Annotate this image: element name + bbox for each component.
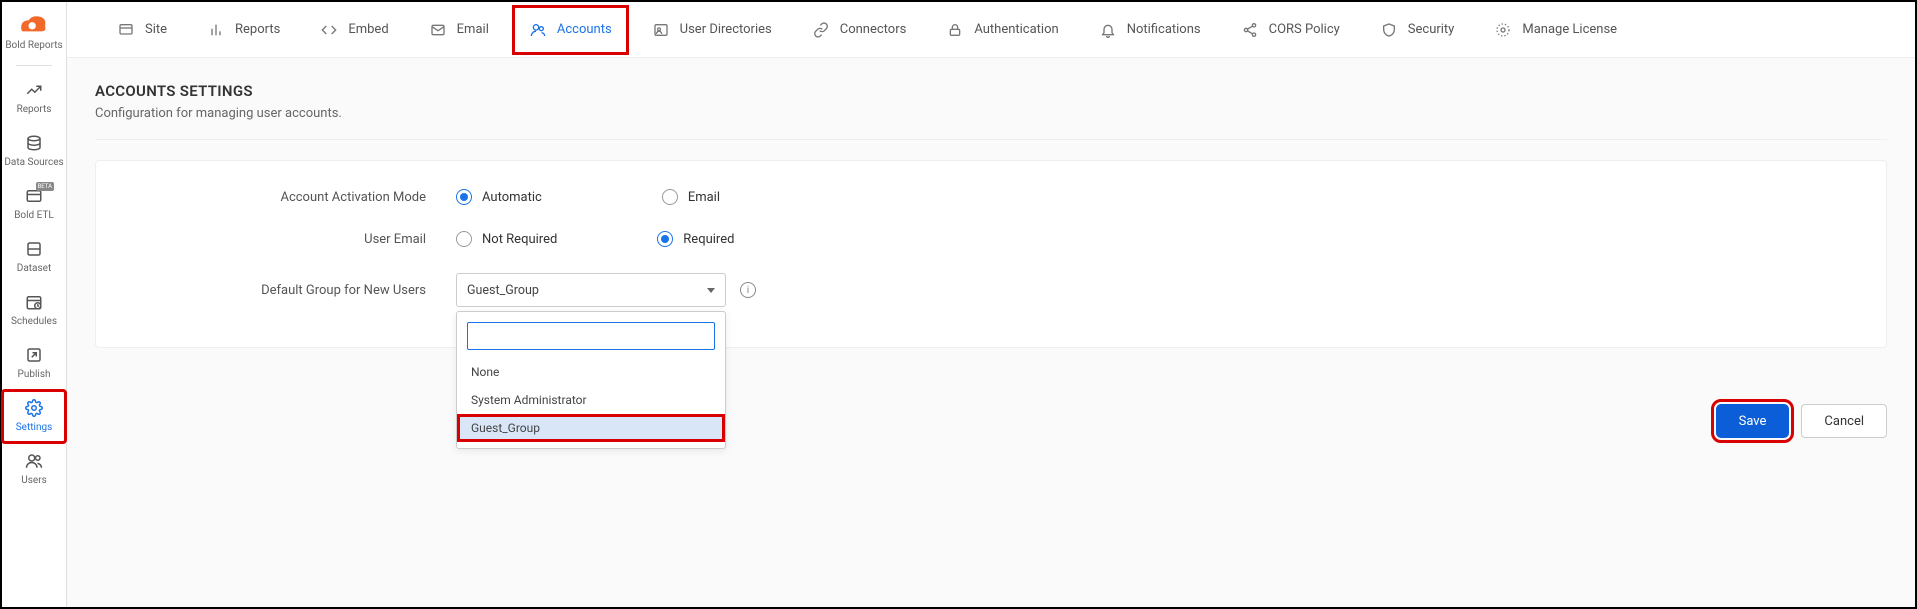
radio-circle-icon xyxy=(657,231,673,247)
share-icon xyxy=(1241,21,1259,39)
sidebar-item-bold-etl[interactable]: Bold ETL xyxy=(2,178,66,231)
chevron-down-icon xyxy=(707,288,715,293)
sidebar-item-publish[interactable]: Publish xyxy=(2,337,66,390)
settings-topnav: Site Reports Embed Email Accounts User D… xyxy=(67,2,1915,58)
tab-accounts[interactable]: Accounts xyxy=(509,2,632,58)
default-group-select[interactable]: Guest_Group xyxy=(456,273,726,307)
dropdown-option-system-administrator[interactable]: System Administrator xyxy=(457,386,725,414)
license-gear-icon xyxy=(1494,21,1512,39)
radio-label: Email xyxy=(688,190,720,205)
sidebar: Bold Reports Reports Data Sources Bold E… xyxy=(2,2,67,607)
dropdown-option-guest-group[interactable]: Guest_Group xyxy=(457,414,725,442)
etl-icon xyxy=(24,186,44,206)
link-icon xyxy=(812,21,830,39)
tab-connectors[interactable]: Connectors xyxy=(792,2,927,58)
accounts-icon xyxy=(529,21,547,39)
info-icon[interactable]: i xyxy=(740,282,756,298)
tab-label: Manage License xyxy=(1522,22,1617,37)
sidebar-item-schedules[interactable]: Schedules xyxy=(2,284,66,337)
tab-label: Authentication xyxy=(974,22,1058,37)
tab-reports[interactable]: Reports xyxy=(187,2,300,58)
mail-icon xyxy=(429,21,447,39)
tab-label: Embed xyxy=(348,22,388,37)
radio-label: Automatic xyxy=(482,190,542,205)
database-icon xyxy=(24,133,44,153)
sidebar-item-label: Publish xyxy=(18,369,51,380)
sidebar-item-label: Users xyxy=(21,475,47,486)
gear-icon xyxy=(24,398,44,418)
footer-actions: Save Cancel xyxy=(1716,404,1887,438)
sidebar-item-reports[interactable]: Reports xyxy=(2,72,66,125)
radio-activation-email[interactable]: Email xyxy=(662,189,720,205)
sidebar-item-label: Reports xyxy=(17,104,52,115)
tab-cors-policy[interactable]: CORS Policy xyxy=(1221,2,1360,58)
tab-notifications[interactable]: Notifications xyxy=(1079,2,1221,58)
tab-label: Accounts xyxy=(557,22,612,37)
user-email-label: User Email xyxy=(126,232,456,247)
brand-icon xyxy=(19,12,49,36)
tab-email[interactable]: Email xyxy=(409,2,509,58)
radio-label: Required xyxy=(683,232,734,247)
tab-label: Security xyxy=(1408,22,1455,37)
tab-site[interactable]: Site xyxy=(97,2,187,58)
accounts-settings-card: Account Activation Mode Automatic Email xyxy=(95,160,1887,348)
sidebar-item-users[interactable]: Users xyxy=(2,443,66,496)
tab-label: User Directories xyxy=(680,22,772,37)
publish-icon xyxy=(24,345,44,365)
tab-manage-license[interactable]: Manage License xyxy=(1474,2,1637,58)
brand-name: Bold Reports xyxy=(5,40,62,51)
default-group-dropdown: None System Administrator Guest_Group xyxy=(456,311,726,449)
tab-security[interactable]: Security xyxy=(1360,2,1475,58)
tab-user-directories[interactable]: User Directories xyxy=(632,2,792,58)
tab-label: Site xyxy=(145,22,167,37)
save-button[interactable]: Save xyxy=(1716,404,1790,438)
tab-label: CORS Policy xyxy=(1269,22,1340,37)
chart-line-icon xyxy=(24,80,44,100)
tab-embed[interactable]: Embed xyxy=(300,2,408,58)
sidebar-divider xyxy=(16,65,52,66)
radio-circle-icon xyxy=(662,189,678,205)
tab-authentication[interactable]: Authentication xyxy=(926,2,1078,58)
default-group-label: Default Group for New Users xyxy=(126,283,456,298)
page-title: ACCOUNTS SETTINGS xyxy=(95,82,1887,100)
calendar-clock-icon xyxy=(24,292,44,312)
radio-circle-icon xyxy=(456,231,472,247)
brand-logo[interactable]: Bold Reports xyxy=(5,8,62,59)
dropdown-search-input[interactable] xyxy=(467,322,715,350)
radio-circle-icon xyxy=(456,189,472,205)
tab-label: Notifications xyxy=(1127,22,1201,37)
tab-label: Connectors xyxy=(840,22,907,37)
radio-activation-automatic[interactable]: Automatic xyxy=(456,189,542,205)
sidebar-item-data-sources[interactable]: Data Sources xyxy=(2,125,66,178)
select-value: Guest_Group xyxy=(467,283,539,298)
sidebar-item-label: Bold ETL xyxy=(14,210,54,221)
tab-label: Reports xyxy=(235,22,280,37)
radio-label: Not Required xyxy=(482,232,557,247)
dataset-icon xyxy=(24,239,44,259)
radio-user-email-required[interactable]: Required xyxy=(657,231,734,247)
tab-label: Email xyxy=(457,22,489,37)
radio-user-email-not-required[interactable]: Not Required xyxy=(456,231,557,247)
sidebar-item-label: Dataset xyxy=(17,263,51,274)
sidebar-item-label: Settings xyxy=(16,422,53,433)
sidebar-item-label: Data Sources xyxy=(4,157,63,168)
users-icon xyxy=(24,451,44,471)
sidebar-item-label: Schedules xyxy=(11,316,57,327)
directory-icon xyxy=(652,21,670,39)
activation-mode-label: Account Activation Mode xyxy=(126,190,456,205)
sidebar-item-settings[interactable]: Settings xyxy=(2,390,66,443)
code-icon xyxy=(320,21,338,39)
site-icon xyxy=(117,21,135,39)
main: Site Reports Embed Email Accounts User D… xyxy=(67,2,1915,607)
bell-icon xyxy=(1099,21,1117,39)
dropdown-option-none[interactable]: None xyxy=(457,358,725,386)
settings-content: ACCOUNTS SETTINGS Configuration for mana… xyxy=(67,58,1915,607)
divider xyxy=(95,139,1887,140)
sidebar-item-dataset[interactable]: Dataset xyxy=(2,231,66,284)
shield-icon xyxy=(1380,21,1398,39)
lock-icon xyxy=(946,21,964,39)
page-subtitle: Configuration for managing user accounts… xyxy=(95,106,1887,121)
bar-chart-icon xyxy=(207,21,225,39)
cancel-button[interactable]: Cancel xyxy=(1801,404,1887,438)
